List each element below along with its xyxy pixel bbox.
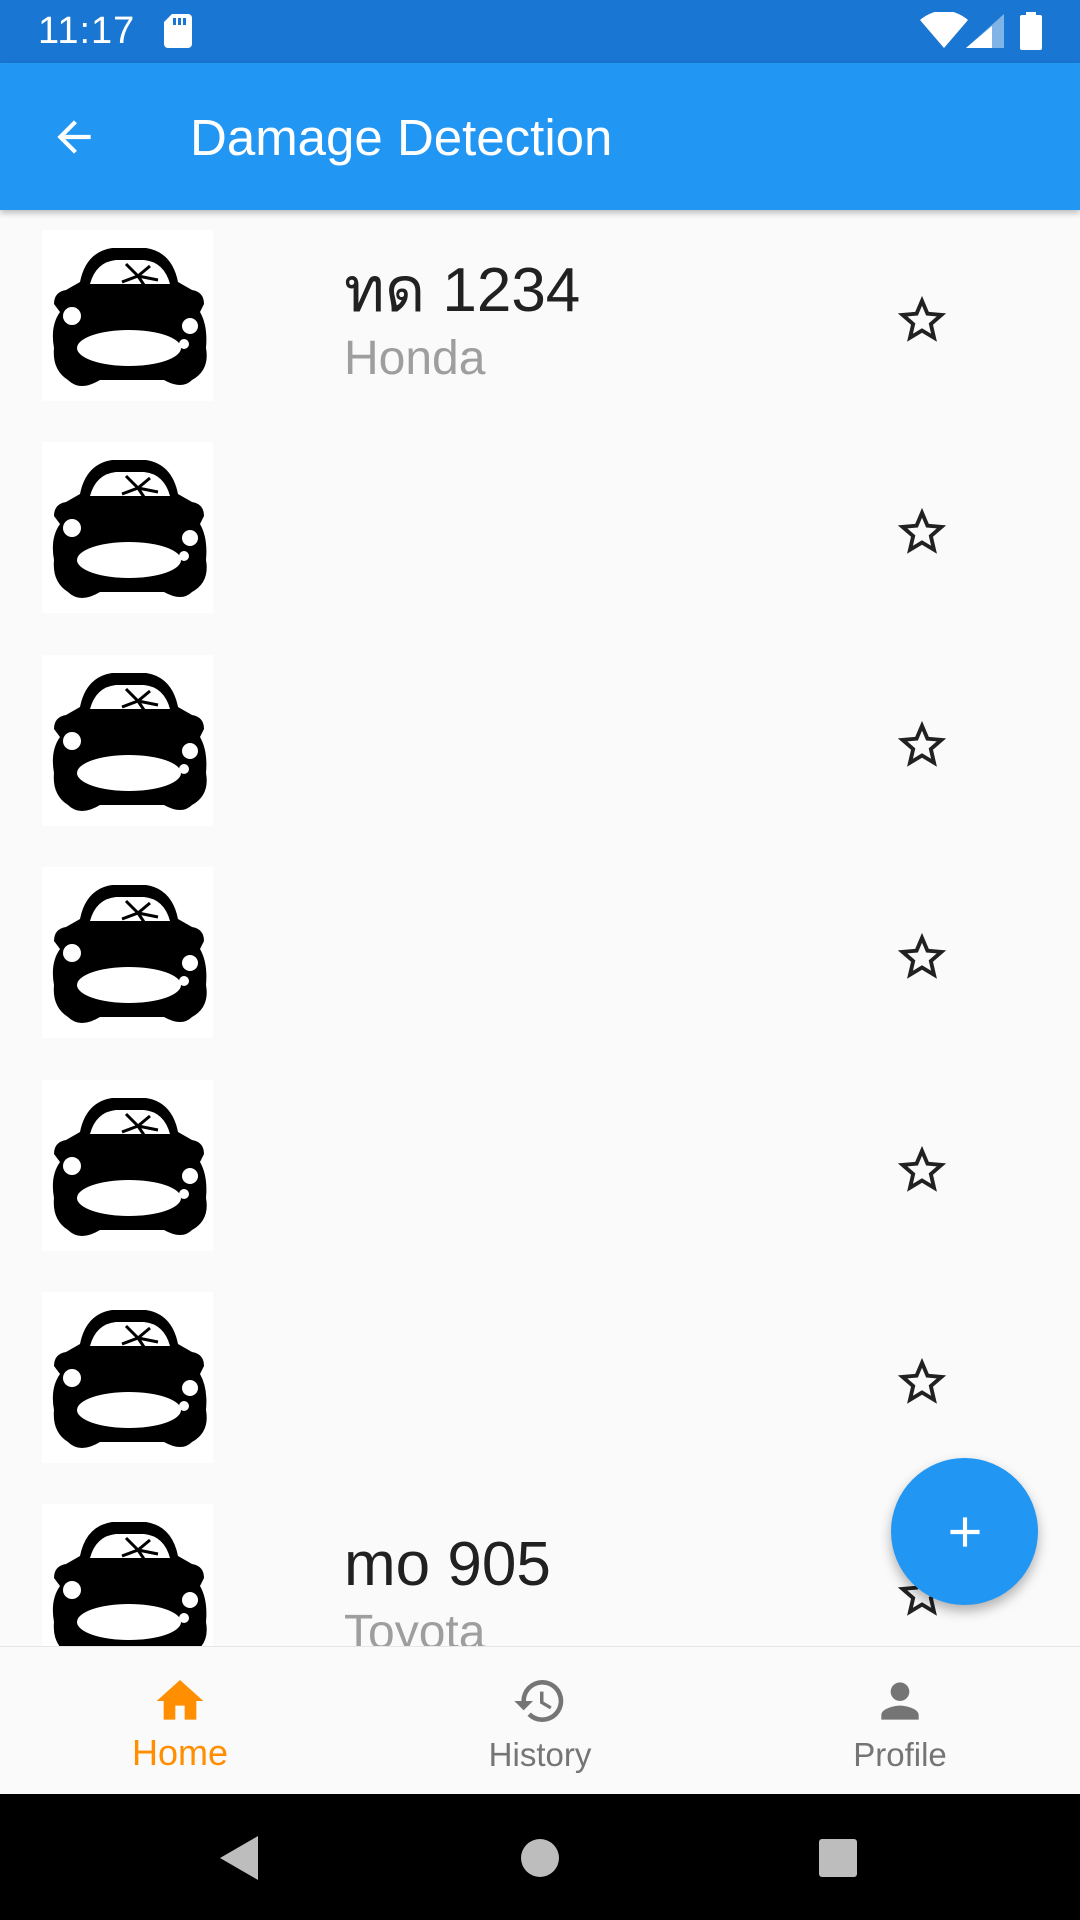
car-list-item[interactable]: ทด 1234 Honda [0,210,1080,422]
nav-label-history: History [488,1736,592,1773]
damaged-car-icon [52,885,207,1023]
cell-signal-icon [966,14,1004,48]
favorite-button[interactable] [888,1348,956,1416]
battery-icon [1020,12,1042,50]
bottom-navigation: Home History Profile [0,1646,1080,1794]
star-outline-icon [897,932,947,979]
car-thumbnail [42,1292,213,1463]
favorite-button[interactable] [888,923,956,991]
car-list[interactable]: ทด 1234 Honda mo 905 Toyota [0,210,1080,1646]
favorite-button[interactable] [888,286,956,354]
arrow-back-icon [57,120,91,154]
car-list-item[interactable] [0,635,1080,847]
favorite-button[interactable] [888,711,956,779]
star-outline-icon [897,720,947,767]
favorite-button[interactable] [888,498,956,566]
car-list-item[interactable] [0,1060,1080,1272]
car-thumbnail [42,230,213,401]
car-thumbnail [42,1080,213,1251]
star-outline-icon [897,1357,947,1404]
nav-item-home[interactable]: Home [0,1647,360,1795]
nav-label-profile: Profile [853,1736,947,1773]
person-icon [881,1682,919,1720]
status-bar: 11:17 [0,0,1080,63]
system-back-icon[interactable] [214,1832,264,1884]
app-screen: 11:17 Damage Detection ทด 1234 Honda mo 90… [0,0,1080,1920]
car-thumbnail [42,867,213,1038]
damaged-car-icon [52,1310,207,1448]
star-outline-icon [897,1145,947,1192]
system-home-icon[interactable] [520,1838,560,1878]
home-icon [156,1680,204,1720]
damaged-car-icon [52,248,207,386]
nav-item-history[interactable]: History [360,1647,720,1795]
favorite-button[interactable] [888,1136,956,1204]
star-outline-icon [897,507,947,554]
add-car-button[interactable] [891,1458,1038,1605]
damaged-car-icon [52,1522,207,1646]
wifi-icon [920,12,968,48]
page-title: Damage Detection [190,109,613,166]
add-icon [949,1516,980,1547]
damaged-car-icon [52,673,207,811]
back-button[interactable] [36,103,112,171]
star-outline-icon [897,295,947,342]
history-icon [514,1680,564,1722]
sd-card-icon [164,14,192,48]
car-plate: mo 905 [344,1530,551,1599]
nav-item-profile[interactable]: Profile [720,1647,1080,1795]
car-list-item[interactable] [0,847,1080,1059]
system-recents-icon[interactable] [818,1838,858,1878]
car-make: Honda [344,332,486,385]
car-thumbnail [42,1504,213,1646]
status-time: 11:17 [38,10,136,52]
car-make: Toyota [344,1606,486,1646]
car-list-item[interactable] [0,422,1080,634]
car-thumbnail [42,442,213,613]
car-thumbnail [42,655,213,826]
system-navigation-bar [0,1794,1080,1920]
nav-label-home: Home [131,1732,229,1773]
app-bar: Damage Detection [0,63,1080,210]
car-plate: ทด 1234 [344,256,581,325]
damaged-car-icon [52,460,207,598]
car-list-item[interactable] [0,1272,1080,1484]
damaged-car-icon [52,1098,207,1236]
